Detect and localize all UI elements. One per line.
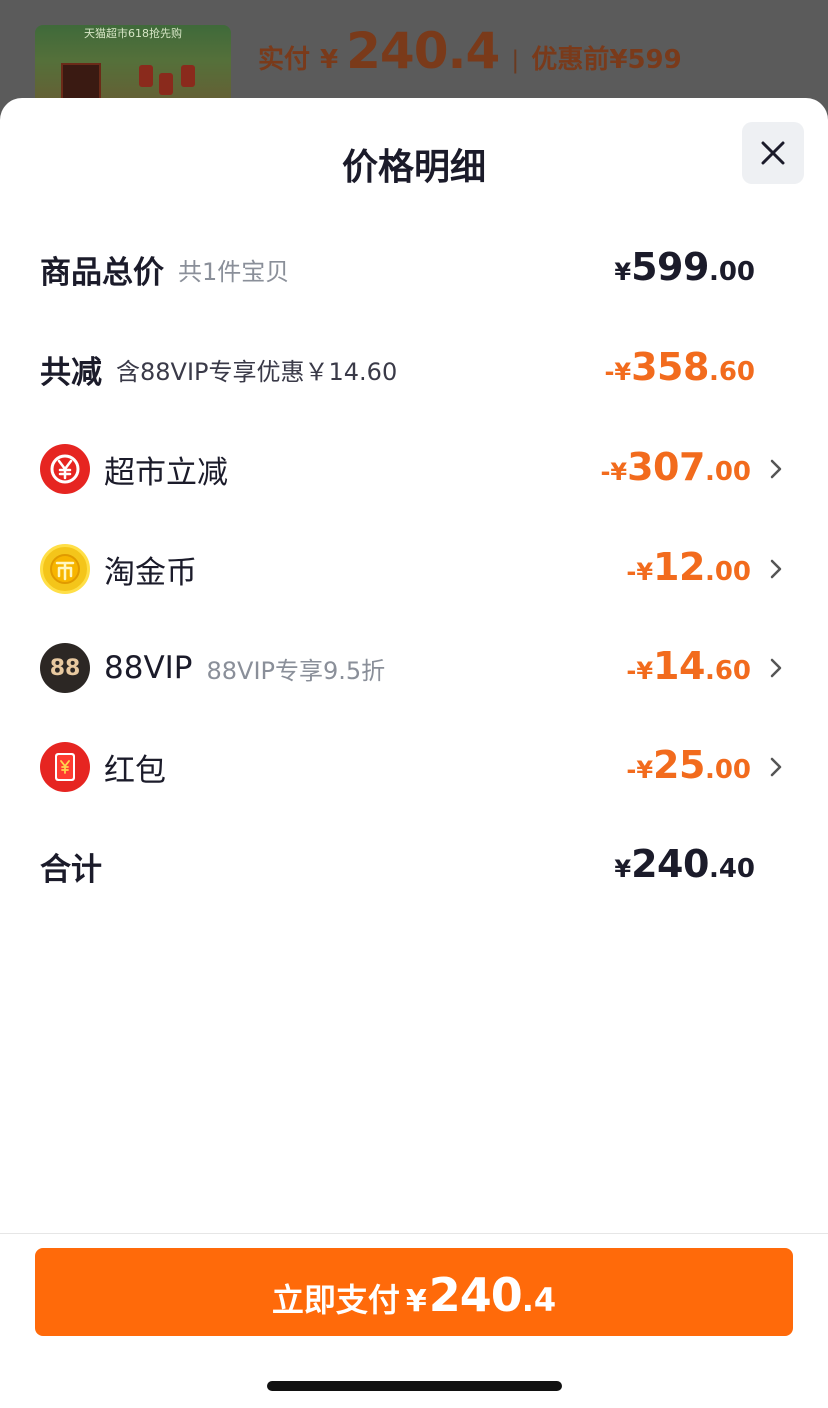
amount-yen: ¥	[614, 855, 632, 883]
vip-discount-label: 88VIP	[104, 650, 193, 686]
supermarket-discount-amount: -¥ 307.00	[600, 439, 751, 499]
amount-integer: 307	[627, 445, 705, 489]
yen-refresh-icon	[40, 444, 90, 494]
chevron-right-icon	[770, 459, 782, 479]
sheet-title: 价格明细	[341, 147, 486, 188]
amount-yen: -¥	[626, 558, 654, 586]
88vip-icon: 88	[40, 643, 90, 693]
redpacket-discount-amount: -¥ 25.00	[626, 737, 751, 797]
close-button[interactable]	[742, 122, 804, 184]
chevron-right-icon	[770, 757, 782, 777]
red-packet-icon	[40, 742, 90, 792]
row-redpacket-discount[interactable]: 红包 -¥ 25.00	[40, 737, 788, 797]
total-discount-label: 共减	[40, 354, 102, 391]
88vip-icon-text: 88	[49, 655, 81, 681]
redpacket-discount-label: 红包	[104, 752, 166, 789]
pay-button-decimal: .4	[521, 1281, 557, 1319]
vip-discount-note: 含88VIP专享优惠￥14.60	[116, 357, 398, 386]
amount-yen: -¥	[600, 458, 628, 486]
row-sum: 合计 ¥240.40	[40, 836, 788, 896]
amount-integer: 14	[653, 644, 705, 688]
original-price: 优惠前¥599	[531, 45, 682, 75]
amount-yen: ¥	[614, 258, 632, 286]
total-discount-amount: -¥ 358.60	[604, 339, 755, 399]
item-count: 共1件宝贝	[178, 257, 290, 286]
amount-integer: 240	[631, 842, 709, 886]
amount-decimal: .40	[708, 854, 755, 884]
amount-yen: -¥	[626, 657, 654, 685]
row-total-discount: 共减 含88VIP专享优惠￥14.60 -¥ 358.60	[40, 339, 788, 399]
paid-amount: 240.4	[346, 22, 500, 80]
paid-price-summary: 实付 ¥ 240.4 | 优惠前¥599	[258, 22, 682, 86]
amount-integer: 358	[631, 345, 709, 389]
coin-discount-label: 淘金币	[104, 554, 197, 591]
home-indicator[interactable]	[267, 1381, 562, 1391]
sum-amount: ¥240.40	[614, 836, 755, 896]
gold-coin-icon	[40, 544, 90, 594]
pay-now-button[interactable]: 立即支付 ¥ 240 .4	[35, 1248, 793, 1336]
price-detail-sheet: 价格明细 商品总价 共1件宝贝 ¥599.00 共减 含88VIP专享优惠￥14…	[0, 98, 828, 1408]
footer-divider	[0, 1233, 828, 1234]
product-can-image	[139, 65, 153, 87]
chevron-right-icon	[770, 658, 782, 678]
amount-yen: -¥	[626, 756, 654, 784]
amount-decimal: .00	[704, 755, 751, 785]
close-icon	[761, 141, 785, 165]
paid-label: 实付	[258, 45, 311, 75]
row-total-price: 商品总价 共1件宝贝 ¥599.00	[40, 239, 788, 299]
amount-yen: -¥	[604, 358, 632, 386]
amount-decimal: .00	[704, 557, 751, 587]
vip-discount-note: 88VIP专享9.5折	[206, 656, 386, 685]
amount-decimal: .60	[704, 656, 751, 686]
pay-button-integer: 240	[428, 1268, 523, 1322]
paid-yen: ¥	[320, 45, 339, 75]
pay-button-yen: ¥	[405, 1284, 427, 1319]
total-price-amount: ¥599.00	[614, 239, 755, 299]
amount-decimal: .00	[708, 257, 755, 287]
amount-integer: 599	[631, 245, 709, 289]
amount-decimal: .00	[704, 457, 751, 487]
row-supermarket-discount[interactable]: 超市立减 -¥ 307.00	[40, 439, 788, 499]
amount-decimal: .60	[708, 357, 755, 387]
pay-button-label: 立即支付	[271, 1281, 400, 1319]
row-coin-discount[interactable]: 淘金币 -¥ 12.00	[40, 539, 788, 599]
sum-label: 合计	[40, 851, 102, 888]
product-can-image	[159, 73, 173, 95]
amount-integer: 12	[653, 545, 705, 589]
total-price-label: 商品总价	[40, 254, 164, 291]
supermarket-discount-label: 超市立减	[104, 454, 228, 491]
thumbnail-banner: 天猫超市618抢先购	[84, 27, 182, 40]
vip-discount-amount: -¥ 14.60	[626, 638, 751, 698]
amount-integer: 25	[653, 743, 705, 787]
coin-discount-amount: -¥ 12.00	[626, 539, 751, 599]
row-vip-discount[interactable]: 88 88VIP 88VIP专享9.5折 -¥ 14.60	[40, 638, 788, 698]
price-separator: |	[511, 46, 520, 74]
chevron-right-icon	[770, 559, 782, 579]
product-can-image	[181, 65, 195, 87]
